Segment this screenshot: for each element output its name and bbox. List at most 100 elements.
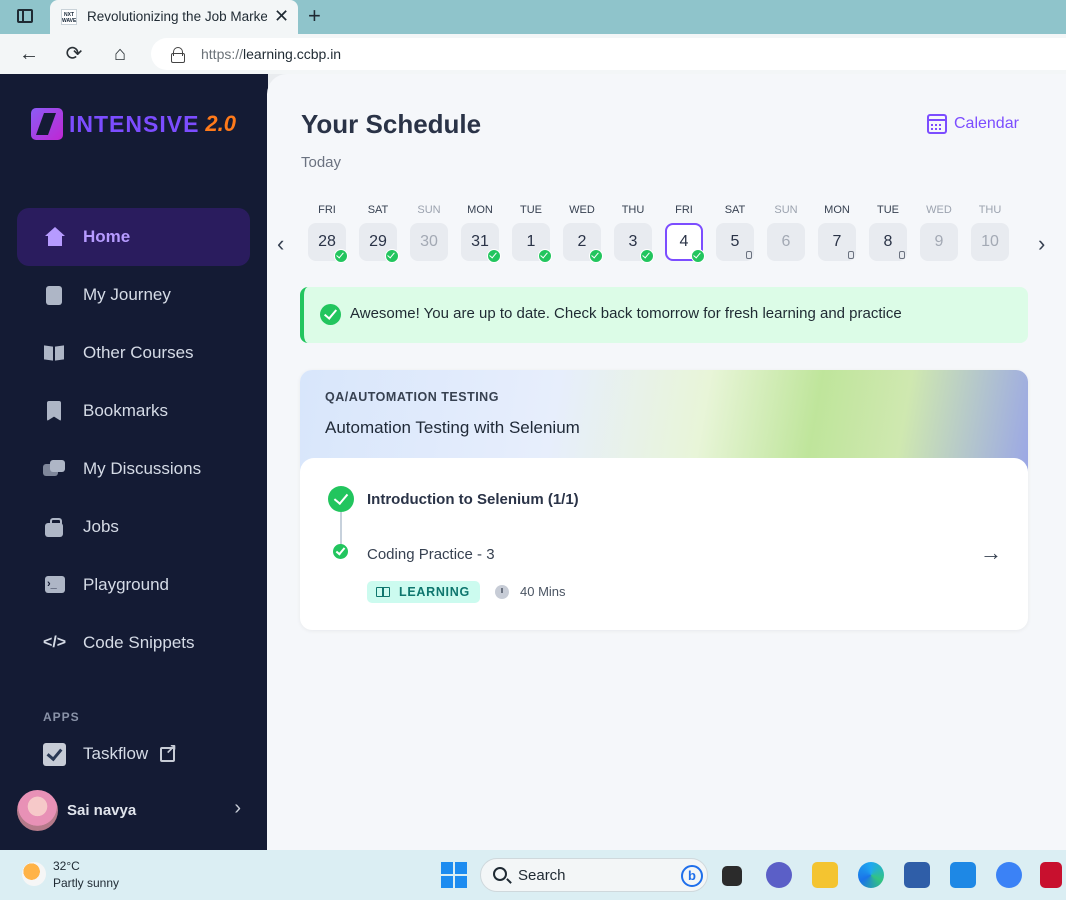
url-field[interactable]: https://learning.ccbp.in	[151, 38, 1066, 70]
chat-app-icon[interactable]	[766, 862, 792, 888]
code-icon: </>	[43, 634, 67, 651]
logo-icon	[31, 108, 63, 140]
user-profile[interactable]: Sai navya ›	[17, 789, 247, 831]
sidebar-item-other-courses[interactable]: Other Courses	[17, 324, 250, 382]
lock-icon[interactable]	[171, 47, 185, 63]
sidebar-item-label: Playground	[83, 575, 170, 594]
chevron-right-icon[interactable]: ›	[1038, 231, 1045, 257]
day-7[interactable]: MON 7	[817, 204, 857, 266]
tab-actions-icon[interactable]	[17, 9, 33, 23]
windows-start-icon[interactable]	[441, 862, 467, 888]
day-date: 10	[971, 223, 1009, 261]
day-28[interactable]: FRI 28	[307, 204, 348, 266]
sidebar-item-label: Other Courses	[83, 343, 194, 362]
chat-icon	[43, 458, 65, 480]
home-browser-icon[interactable]: ⌂	[108, 42, 132, 66]
store-icon[interactable]	[904, 862, 930, 888]
day-6: SUN 6	[766, 204, 806, 266]
sidebar-item-code-snippets[interactable]: </> Code Snippets	[17, 614, 250, 672]
browser-tab-bar: NXT WAVE Revolutionizing the Job Market …	[0, 0, 1066, 34]
day-1[interactable]: TUE 1	[511, 204, 552, 266]
day-8[interactable]: TUE 8	[868, 204, 908, 266]
day-name: SUN	[417, 204, 441, 216]
badge-label: LEARNING	[399, 585, 470, 599]
sidebar-item-my-discussions[interactable]: My Discussions	[17, 440, 250, 498]
course-card: QA/AUTOMATION TESTING Automation Testing…	[300, 370, 1028, 630]
search-label: Search	[518, 867, 566, 884]
weather-icon[interactable]	[22, 862, 46, 886]
day-name: SAT	[367, 204, 389, 216]
book-open-icon	[376, 587, 390, 597]
status-alert: Awesome! You are up to date. Check back …	[300, 287, 1028, 343]
calendar-label: Calendar	[954, 115, 1019, 132]
bing-icon[interactable]: b	[681, 865, 703, 887]
lock-icon	[746, 251, 752, 259]
logo-text: INTENSIVE	[69, 110, 200, 137]
check-circle-icon	[320, 304, 341, 325]
check-circle-icon	[538, 249, 552, 263]
main-content: Your Schedule Calendar Today ‹ FRI 28 SAT 2…	[267, 74, 1066, 850]
check-circle-icon	[385, 249, 399, 263]
chevron-left-icon[interactable]: ‹	[277, 231, 284, 257]
taskflow-label: Taskflow	[83, 744, 149, 763]
taskflow-link[interactable]: Taskflow	[43, 741, 177, 767]
sidebar-item-label: Code Snippets	[83, 633, 195, 652]
check-circle-icon	[589, 249, 603, 263]
sidebar-item-playground[interactable]: Playground	[17, 556, 250, 614]
file-explorer-icon[interactable]	[812, 862, 838, 888]
check-circle-icon	[691, 249, 705, 263]
mcafee-icon[interactable]	[1040, 862, 1062, 888]
new-tab-icon[interactable]: +	[308, 3, 321, 29]
practice-item-title[interactable]: Coding Practice - 3	[367, 546, 495, 563]
close-tab-icon[interactable]: ✕	[274, 6, 289, 27]
check-circle-icon	[334, 249, 348, 263]
sidebar: INTENSIVE 2.0 Home My Journey Other Cour…	[0, 74, 268, 850]
day-name: SAT	[724, 204, 746, 216]
day-5[interactable]: SAT 5	[715, 204, 755, 266]
clock-icon	[495, 585, 509, 599]
task-view-icon[interactable]	[722, 866, 742, 886]
sidebar-item-home[interactable]: Home	[17, 208, 250, 266]
day-4[interactable]: FRI 4	[664, 204, 705, 266]
app-logo[interactable]: INTENSIVE 2.0	[31, 107, 236, 141]
sidebar-item-jobs[interactable]: Jobs	[17, 498, 250, 556]
home-icon	[43, 226, 65, 248]
url-text: https://learning.ccbp.in	[201, 46, 342, 62]
help-icon[interactable]	[996, 862, 1022, 888]
taskbar-search[interactable]: Search b	[480, 858, 708, 892]
today-label: Today	[301, 154, 342, 171]
tab-title: Revolutionizing the Job Market |	[87, 9, 267, 24]
day-name: TUE	[520, 204, 542, 216]
browser-tab[interactable]: NXT WAVE Revolutionizing the Job Market …	[50, 0, 298, 34]
sidebar-item-bookmarks[interactable]: Bookmarks	[17, 382, 250, 440]
duration-text: 40 Mins	[520, 584, 566, 599]
myhp-icon[interactable]	[950, 862, 976, 888]
day-name: THU	[978, 204, 1002, 216]
calendar-icon	[927, 114, 947, 134]
avatar	[17, 789, 58, 831]
day-29[interactable]: SAT 29	[358, 204, 399, 266]
weather-description: Partly sunny	[53, 876, 120, 890]
chevron-right-icon: ›	[234, 797, 241, 819]
day-date: 6	[767, 223, 805, 261]
calendar-button[interactable]: Calendar	[927, 114, 1019, 134]
sidebar-item-my-journey[interactable]: My Journey	[17, 266, 250, 324]
day-2[interactable]: WED 2	[562, 204, 603, 266]
course-category: QA/AUTOMATION TESTING	[325, 390, 499, 404]
day-31[interactable]: MON 31	[460, 204, 501, 266]
day-name: MON	[824, 204, 850, 216]
reload-icon[interactable]: ⟳	[62, 42, 86, 66]
day-date: 9	[920, 223, 958, 261]
sidebar-item-label: Bookmarks	[83, 401, 169, 420]
search-icon	[493, 867, 507, 881]
day-3[interactable]: THU 3	[613, 204, 654, 266]
day-date: 30	[410, 223, 448, 261]
briefcase-icon	[43, 516, 65, 538]
course-name: Automation Testing with Selenium	[325, 418, 580, 437]
arrow-right-icon[interactable]: →	[980, 540, 1002, 566]
edge-browser-icon[interactable]	[858, 862, 884, 888]
book-icon	[43, 342, 65, 364]
back-icon[interactable]: ←	[17, 42, 41, 66]
check-circle-icon	[333, 544, 348, 559]
page-title: Your Schedule	[301, 109, 482, 139]
